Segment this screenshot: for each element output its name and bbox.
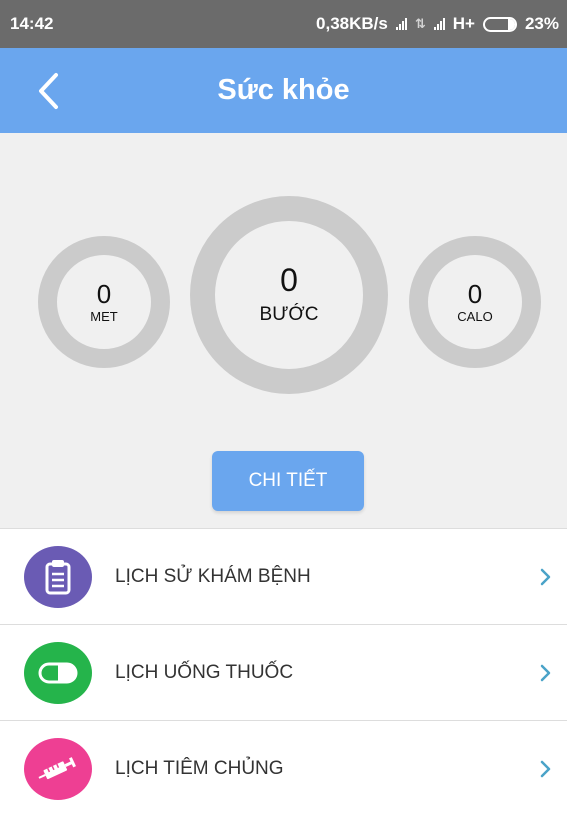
battery-percent: 23% (524, 14, 559, 33)
steps-ring: 0 BƯỚC (190, 196, 388, 394)
distance-ring: 0 MET (38, 236, 170, 368)
health-summary: 0 MET 0 BƯỚC 0 CALO CHI TIẾT (0, 133, 567, 528)
network-type: H+ (452, 14, 475, 33)
app-bar: Sức khỏe (0, 48, 567, 133)
calories-value: 0 (467, 278, 483, 309)
distance-unit: MET (90, 308, 118, 324)
status-time: 14:42 (10, 14, 54, 33)
steps-unit: BƯỚC (259, 304, 319, 325)
signal-icon (395, 18, 407, 30)
status-bar: 14:42 0,38KB/s ⇅ H+ 23% (0, 0, 567, 48)
network-speed: 0,38KB/s (316, 14, 388, 33)
menu-item-vaccination-schedule[interactable]: LỊCH TIÊM CHỦNG (0, 720, 567, 816)
health-menu: LỊCH SỬ KHÁM BỆNH LỊCH UỐNG THUỐC LỊCH T… (0, 528, 567, 816)
syringe-icon (24, 737, 92, 800)
chevron-right-icon (540, 568, 551, 586)
battery-icon (482, 16, 517, 32)
chevron-left-icon (39, 73, 58, 109)
menu-label: LỊCH UỐNG THUỐC (115, 661, 294, 683)
back-button[interactable] (28, 70, 68, 112)
clipboard-icon (24, 545, 92, 608)
menu-label: LỊCH SỬ KHÁM BỆNH (115, 565, 311, 587)
calories-ring: 0 CALO (409, 236, 541, 368)
distance-value: 0 (96, 278, 112, 309)
data-transfer-icon: ⇅ (414, 16, 426, 31)
status-indicators: 0,38KB/s ⇅ H+ 23% (316, 14, 559, 34)
calories-unit: CALO (457, 308, 493, 324)
chevron-right-icon (540, 664, 551, 682)
menu-item-medication-schedule[interactable]: LỊCH UỐNG THUỐC (0, 624, 567, 720)
page-title: Sức khỏe (217, 74, 350, 106)
chevron-right-icon (540, 760, 551, 778)
signal-icon-2 (433, 18, 445, 30)
detail-button[interactable]: CHI TIẾT (212, 451, 364, 511)
pill-icon (24, 641, 92, 704)
menu-item-medical-history[interactable]: LỊCH SỬ KHÁM BỆNH (0, 528, 567, 624)
menu-label: LỊCH TIÊM CHỦNG (115, 757, 284, 779)
steps-value: 0 (280, 262, 298, 298)
